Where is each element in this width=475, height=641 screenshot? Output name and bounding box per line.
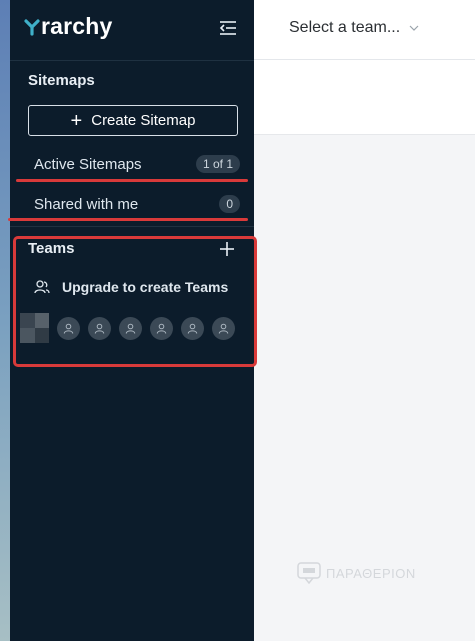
team-members [20,313,243,343]
user-icon [63,323,74,334]
toolbar-area [254,60,475,135]
count-badge: 0 [219,195,240,213]
create-sitemap-label: Create Sitemap [91,112,196,129]
user-icon [187,323,198,334]
annotation-underline [16,179,248,182]
create-sitemap-button[interactable]: + Create Sitemap [28,105,238,136]
user-icon [125,323,136,334]
sitemaps-title: Sitemaps [28,72,95,89]
sidebar-item-active-sitemaps[interactable]: Active Sitemaps 1 of 1 [34,153,240,175]
add-team-icon[interactable] [219,241,235,257]
watermark-text: ΠΑΡΑΘΕΡΙΟΝ [326,565,416,581]
avatar-placeholder[interactable] [119,316,142,340]
avatar-placeholder[interactable] [150,316,173,340]
watermark-icon [297,562,321,584]
logo[interactable]: rarchy [24,13,113,40]
avatar-placeholder[interactable] [181,316,204,340]
watermark: ΠΑΡΑΘΕΡΙΟΝ [297,562,416,584]
collapse-sidebar-icon[interactable] [219,19,237,37]
annotation-underline [8,218,248,221]
chevron-down-icon [409,25,419,31]
users-icon [34,280,50,294]
avatar-placeholder[interactable] [212,316,235,340]
team-select-label: Select a team... [289,19,401,36]
sidebar-item-shared-with-me[interactable]: Shared with me 0 [34,193,240,215]
user-icon [218,323,229,334]
sidebar-item-label: Active Sitemaps [34,155,142,173]
plus-icon: + [70,109,83,132]
avatar-placeholder[interactable] [57,316,80,340]
divider [10,60,254,61]
teams-title: Teams [28,240,75,257]
team-select[interactable]: Select a team... [289,19,419,37]
upgrade-label: Upgrade to create Teams [62,279,229,295]
count-badge: 1 of 1 [195,155,240,173]
user-icon [94,323,105,334]
logo-text: rarchy [41,13,113,39]
user-icon [156,323,167,334]
top-bar: Select a team... [254,0,475,60]
sidebar-item-label: Shared with me [34,195,139,213]
avatar-placeholder[interactable] [88,316,111,340]
rarchy-logo-icon [24,18,40,36]
divider [10,226,254,227]
upgrade-teams-link[interactable]: Upgrade to create Teams [34,279,228,295]
sidebar: rarchy Sitemaps + Create Sitemap Active … [8,0,257,641]
desktop-edge [0,0,10,641]
avatar[interactable] [20,313,49,343]
